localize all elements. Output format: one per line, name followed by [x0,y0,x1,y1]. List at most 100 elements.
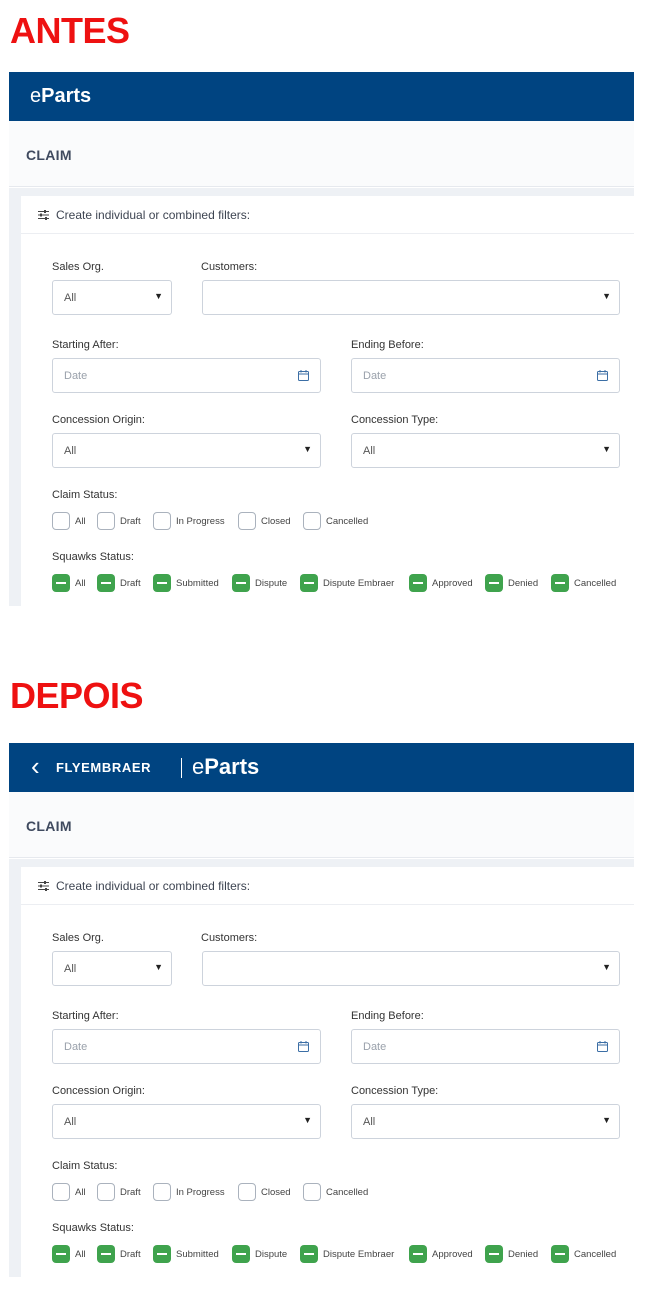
claim-status-all-label: All [75,1187,86,1198]
starting-after-label: Starting After: [52,339,119,351]
concession-origin-select[interactable]: All ▼ [52,433,321,468]
caret-down-icon: ▼ [303,1115,312,1125]
caret-down-icon: ▼ [602,444,611,454]
caret-down-icon: ▼ [303,444,312,454]
squawks-all-label: All [75,578,86,589]
squawks-all-label: All [75,1249,86,1260]
squawks-denied-checkbox[interactable] [485,574,503,592]
claim-status-label: Claim Status: [52,489,118,501]
claim-status-draft-checkbox[interactable] [97,1183,115,1201]
squawks-draft-checkbox[interactable] [97,1245,115,1263]
page-header: CLAIM [9,792,634,858]
app-header: ‹ FLYEMBRAER eParts [9,743,634,792]
claim-status-closed-checkbox[interactable] [238,1183,256,1201]
claim-status-in-progress-label: In Progress [176,1187,225,1198]
ending-before-label: Ending Before: [351,1010,424,1022]
claim-status-closed-label: Closed [261,516,291,527]
claim-status-cancelled-label: Cancelled [326,516,369,527]
eparts-logo[interactable]: eParts [30,85,91,108]
claim-status-cancelled-label: Cancelled [326,1187,369,1198]
before-heading: ANTES [10,10,130,51]
ending-before-date-input[interactable]: Date [351,358,620,393]
squawks-dispute-checkbox[interactable] [232,1245,250,1263]
squawks-status-label: Squawks Status: [52,1222,134,1234]
starting-after-date-input[interactable]: Date [52,358,321,393]
customers-label: Customers: [201,932,258,944]
caret-down-icon: ▼ [154,962,163,972]
squawks-dispute-label: Dispute [255,1249,288,1260]
flyembraer-logo[interactable]: FLYEMBRAER [56,760,151,775]
filters-title: Create individual or combined filters: [56,879,251,893]
after-heading: DEPOIS [10,675,144,716]
squawks-cancelled-label: Cancelled [574,578,617,589]
squawks-draft-label: Draft [120,578,141,589]
concession-origin-label: Concession Origin: [52,414,145,426]
squawks-cancelled-checkbox[interactable] [551,574,569,592]
claim-status-draft-label: Draft [120,1187,141,1198]
starting-after-date-input[interactable]: Date [52,1029,321,1064]
squawks-submitted-checkbox[interactable] [153,1245,171,1263]
customers-label: Customers: [201,261,258,273]
calendar-icon[interactable] [597,370,608,381]
starting-after-label: Starting After: [52,1010,119,1022]
squawks-denied-label: Denied [508,1249,539,1260]
squawks-all-checkbox[interactable] [52,574,70,592]
customers-select[interactable]: ▼ [202,280,620,315]
squawks-cancelled-label: Cancelled [574,1249,617,1260]
claim-status-closed-label: Closed [261,1187,291,1198]
squawks-submitted-label: Submitted [176,1249,219,1260]
sales-org-label: Sales Org. [52,261,104,273]
page-header: CLAIM [9,121,634,187]
squawks-cancelled-checkbox[interactable] [551,1245,569,1263]
back-chevron-icon[interactable]: ‹ [31,751,40,781]
concession-type-select[interactable]: All ▼ [351,433,620,468]
sliders-icon [38,881,49,891]
sales-org-select[interactable]: All ▼ [52,280,172,315]
filters-card-header: Create individual or combined filters: [21,196,634,234]
claim-status-in-progress-checkbox[interactable] [153,512,171,530]
concession-origin-select[interactable]: All ▼ [52,1104,321,1139]
squawks-approved-checkbox[interactable] [409,1245,427,1263]
squawks-dispute-embraer-label: Dispute Embraer [323,578,395,589]
claim-status-closed-checkbox[interactable] [238,512,256,530]
claim-status-cancelled-checkbox[interactable] [303,1183,321,1201]
filters-card: Create individual or combined filters: S… [21,196,634,606]
squawks-approved-label: Approved [432,1249,473,1260]
claim-status-draft-checkbox[interactable] [97,512,115,530]
squawks-approved-label: Approved [432,578,473,589]
calendar-icon[interactable] [298,1041,309,1052]
squawks-dispute-embraer-checkbox[interactable] [300,1245,318,1263]
customers-select[interactable]: ▼ [202,951,620,986]
claim-status-in-progress-checkbox[interactable] [153,1183,171,1201]
squawks-denied-checkbox[interactable] [485,1245,503,1263]
squawks-submitted-label: Submitted [176,578,219,589]
filters-card-header: Create individual or combined filters: [21,867,634,905]
ending-before-label: Ending Before: [351,339,424,351]
claim-status-all-checkbox[interactable] [52,512,70,530]
squawks-dispute-embraer-checkbox[interactable] [300,574,318,592]
squawks-status-label: Squawks Status: [52,551,134,563]
squawks-all-checkbox[interactable] [52,1245,70,1263]
concession-type-label: Concession Type: [351,414,439,426]
squawks-denied-label: Denied [508,578,539,589]
squawks-draft-label: Draft [120,1249,141,1260]
caret-down-icon: ▼ [602,962,611,972]
sales-org-select[interactable]: All ▼ [52,951,172,986]
squawks-submitted-checkbox[interactable] [153,574,171,592]
app-header: eParts [9,72,634,121]
concession-origin-label: Concession Origin: [52,1085,145,1097]
claim-status-label: Claim Status: [52,1160,118,1172]
squawks-approved-checkbox[interactable] [409,574,427,592]
claim-status-cancelled-checkbox[interactable] [303,512,321,530]
eparts-logo[interactable]: eParts [192,754,259,780]
calendar-icon[interactable] [597,1041,608,1052]
claim-status-all-checkbox[interactable] [52,1183,70,1201]
squawks-dispute-checkbox[interactable] [232,574,250,592]
squawks-draft-checkbox[interactable] [97,574,115,592]
page-title: CLAIM [26,147,72,163]
claim-status-in-progress-label: In Progress [176,516,225,527]
concession-type-select[interactable]: All ▼ [351,1104,620,1139]
ending-before-date-input[interactable]: Date [351,1029,620,1064]
after-screen: ‹ FLYEMBRAER eParts CLAIM Create individ… [9,743,634,1277]
calendar-icon[interactable] [298,370,309,381]
